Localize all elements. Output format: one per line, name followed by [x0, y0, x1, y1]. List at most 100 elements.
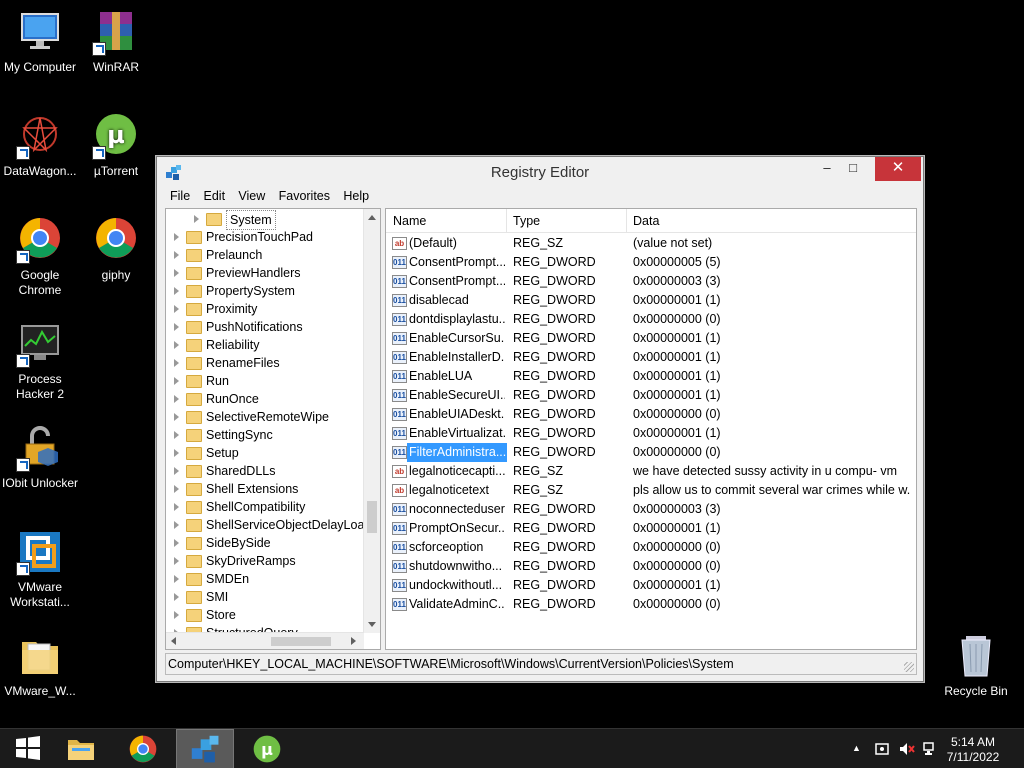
expand-arrow-icon[interactable] — [174, 287, 179, 295]
expand-arrow-icon[interactable] — [174, 323, 179, 331]
tree-node[interactable]: Reliability — [166, 336, 366, 354]
registry-value-row[interactable]: 011 shutdownwitho... REG_DWORD 0x00000000 (… — [386, 557, 916, 576]
taskbar-registry-editor[interactable] — [176, 729, 234, 768]
desktop-icon-winrar[interactable]: WinRAR — [76, 8, 156, 75]
expand-arrow-icon[interactable] — [174, 359, 179, 367]
volume-muted-icon[interactable] — [898, 741, 916, 760]
expand-arrow-icon[interactable] — [174, 575, 179, 583]
start-button[interactable] — [0, 729, 58, 768]
network-icon[interactable] — [922, 741, 938, 760]
tree-node[interactable]: Proximity — [166, 300, 366, 318]
registry-value-row[interactable]: 011 PromptOnSecur... REG_DWORD 0x00000001 (… — [386, 519, 916, 538]
registry-value-row[interactable]: 011 EnableSecureUI... REG_DWORD 0x00000001 … — [386, 386, 916, 405]
expand-arrow-icon[interactable] — [174, 467, 179, 475]
tree-node[interactable]: SettingSync — [166, 426, 366, 444]
expand-arrow-icon[interactable] — [174, 233, 179, 241]
expand-arrow-icon[interactable] — [174, 521, 179, 529]
tree-node[interactable]: RenameFiles — [166, 354, 366, 372]
desktop-icon-giphy[interactable]: giphy — [76, 216, 156, 283]
tree-node[interactable]: Prelaunch — [166, 246, 366, 264]
taskbar-google-chrome[interactable] — [114, 729, 172, 768]
desktop-icon-vmware-workstation[interactable]: VMware Workstati... — [0, 528, 80, 610]
expand-arrow-icon[interactable] — [174, 251, 179, 259]
registry-value-row[interactable]: ab legalnoticecapti... REG_SZ we have detec… — [386, 462, 916, 481]
expand-arrow-icon[interactable] — [174, 305, 179, 313]
registry-value-row[interactable]: 011 EnableVirtualizat... REG_DWORD 0x000000… — [386, 424, 916, 443]
desktop-icon-datawagon[interactable]: DataWagon... — [0, 112, 80, 179]
expand-arrow-icon[interactable] — [174, 449, 179, 457]
resize-grip-icon[interactable] — [904, 662, 914, 672]
expand-arrow-icon[interactable] — [174, 611, 179, 619]
registry-value-row[interactable]: 011 dontdisplaylastu... REG_DWORD 0x0000000… — [386, 310, 916, 329]
menu-file[interactable]: File — [165, 187, 195, 203]
tree-node[interactable]: PushNotifications — [166, 318, 366, 336]
registry-value-row[interactable]: 011 disablecad REG_DWORD 0x00000001 (1) — [386, 291, 916, 310]
show-hidden-icons-icon[interactable]: ▲ — [852, 743, 861, 753]
scroll-down-arrow-icon[interactable] — [368, 622, 376, 627]
maximize-button[interactable]: □ — [839, 157, 867, 181]
column-header-type[interactable]: Type — [513, 214, 540, 228]
registry-value-row[interactable]: 011 noconnecteduser REG_DWORD 0x00000003 (3… — [386, 500, 916, 519]
tree-node[interactable]: Shell Extensions — [166, 480, 366, 498]
expand-arrow-icon[interactable] — [174, 431, 179, 439]
expand-arrow-icon[interactable] — [174, 269, 179, 277]
tree-node[interactable]: ShellServiceObjectDelayLoad — [166, 516, 371, 534]
scrollbar-thumb[interactable] — [271, 637, 331, 646]
registry-value-row[interactable]: ab (Default) REG_SZ (value not set) — [386, 234, 916, 253]
taskbar-clock[interactable]: 5:14 AM 7/11/2022 — [938, 735, 1008, 765]
close-button[interactable]: ✕ — [875, 157, 921, 181]
registry-value-row[interactable]: 011 FilterAdministra... REG_DWORD 0x0000000… — [386, 443, 916, 462]
registry-value-row[interactable]: 011 EnableInstallerD... REG_DWORD 0x0000000… — [386, 348, 916, 367]
scrollbar-thumb[interactable] — [367, 501, 377, 533]
registry-value-row[interactable]: ab legalnoticetext REG_SZ pls allow us to c… — [386, 481, 916, 500]
expand-arrow-icon[interactable] — [174, 593, 179, 601]
tree-vertical-scrollbar[interactable] — [363, 209, 380, 633]
tree-node[interactable]: SelectiveRemoteWipe — [166, 408, 366, 426]
desktop-icon-my-computer[interactable]: My Computer — [0, 8, 80, 75]
tree-node[interactable]: PropertySystem — [166, 282, 366, 300]
menu-edit[interactable]: Edit — [199, 187, 231, 203]
scroll-left-arrow-icon[interactable] — [171, 637, 176, 645]
registry-editor-window[interactable]: Registry Editor – □ ✕ File Edit View Fav… — [156, 156, 924, 682]
expand-arrow-icon[interactable] — [174, 557, 179, 565]
registry-value-row[interactable]: 011 EnableUIADeskt... REG_DWORD 0x00000000 … — [386, 405, 916, 424]
registry-value-row[interactable]: 011 ConsentPrompt... REG_DWORD 0x00000003 (… — [386, 272, 916, 291]
expand-arrow-icon[interactable] — [174, 377, 179, 385]
menu-help[interactable]: Help — [338, 187, 374, 203]
tree-node[interactable]: PrecisionTouchPad — [166, 228, 366, 246]
registry-value-row[interactable]: 011 EnableCursorSu... REG_DWORD 0x00000001 … — [386, 329, 916, 348]
expand-arrow-icon[interactable] — [174, 395, 179, 403]
tree-node[interactable]: SharedDLLs — [166, 462, 366, 480]
expand-arrow-icon[interactable] — [174, 341, 179, 349]
registry-values-pane[interactable]: Name Type Data ab (Default) REG_SZ (value n… — [385, 208, 917, 650]
tree-node[interactable]: Run — [166, 372, 366, 390]
expand-arrow-icon[interactable] — [174, 485, 179, 493]
tree-horizontal-scrollbar[interactable] — [166, 632, 364, 649]
menu-view[interactable]: View — [233, 187, 270, 203]
tree-node[interactable]: SideBySide — [166, 534, 366, 552]
tree-node[interactable]: RunOnce — [166, 390, 366, 408]
expand-arrow-icon[interactable] — [174, 413, 179, 421]
desktop-icon-recycle-bin[interactable]: Recycle Bin — [936, 632, 1016, 699]
expand-arrow-icon[interactable] — [174, 503, 179, 511]
registry-tree-pane[interactable]: StructuredQueryStoreSMISMDEnSkyDriveRamp… — [165, 208, 381, 650]
registry-value-row[interactable]: 011 EnableLUA REG_DWORD 0x00000001 (1) — [386, 367, 916, 386]
action-center-icon[interactable] — [874, 741, 890, 760]
scroll-right-arrow-icon[interactable] — [351, 637, 356, 645]
title-bar[interactable]: Registry Editor – □ ✕ — [157, 157, 923, 187]
taskbar-file-explorer[interactable] — [52, 729, 110, 768]
registry-value-row[interactable]: 011 ConsentPrompt... REG_DWORD 0x00000005 (… — [386, 253, 916, 272]
column-header-data[interactable]: Data — [633, 214, 659, 228]
scroll-up-arrow-icon[interactable] — [368, 215, 376, 220]
registry-value-row[interactable]: 011 scforceoption REG_DWORD 0x00000000 (0) — [386, 538, 916, 557]
tree-node[interactable]: System — [166, 210, 366, 230]
tree-node[interactable]: SkyDriveRamps — [166, 552, 366, 570]
menu-favorites[interactable]: Favorites — [274, 187, 335, 203]
desktop-icon-vmware-folder[interactable]: VMware_W... — [0, 632, 80, 699]
tree-node[interactable]: Setup — [166, 444, 366, 462]
expand-arrow-icon[interactable] — [194, 215, 199, 223]
desktop-icon-process-hacker[interactable]: Process Hacker 2 — [0, 320, 80, 402]
desktop-icon-iobit-unlocker[interactable]: IObit Unlocker — [0, 424, 80, 491]
registry-value-row[interactable]: 011 undockwithoutl... REG_DWORD 0x00000001 … — [386, 576, 916, 595]
expand-arrow-icon[interactable] — [174, 539, 179, 547]
